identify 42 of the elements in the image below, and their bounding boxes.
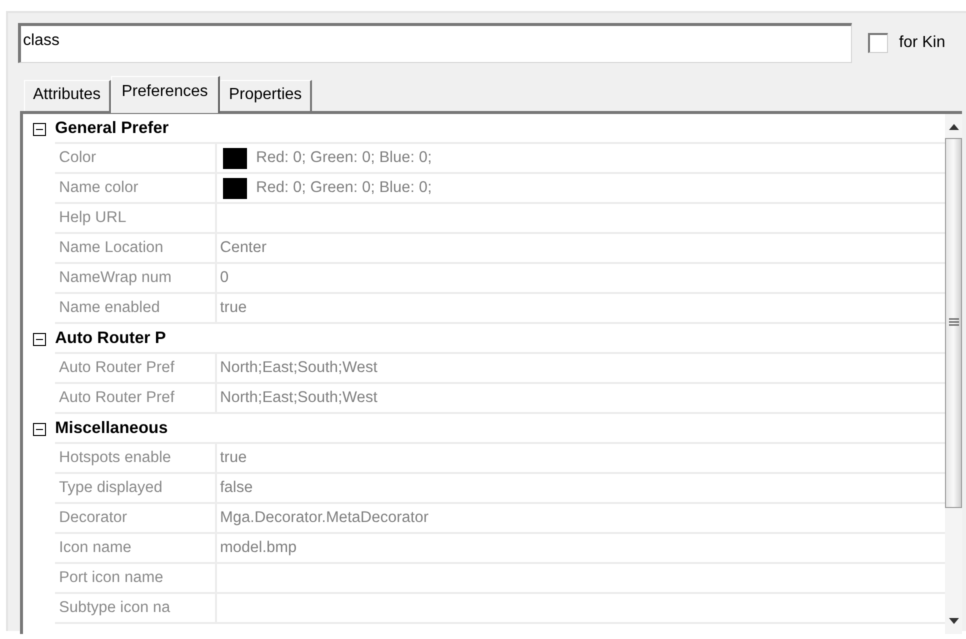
property-name: Hotspots enable bbox=[59, 449, 172, 467]
search-field[interactable]: class bbox=[18, 23, 852, 63]
property-name: Name enabled bbox=[59, 299, 160, 317]
property-name: Icon name bbox=[59, 539, 132, 557]
grip-icon bbox=[948, 318, 958, 328]
property-name: Color bbox=[59, 149, 96, 167]
property-value[interactable]: 0 bbox=[220, 269, 229, 287]
property-value[interactable]: false bbox=[220, 479, 253, 497]
property-value[interactable]: model.bmp bbox=[220, 539, 297, 557]
tab[interactable]: Preferences bbox=[110, 76, 220, 113]
property-value[interactable]: true bbox=[220, 449, 247, 467]
scroll-down-icon[interactable] bbox=[948, 618, 958, 624]
property-name: NameWrap num bbox=[59, 269, 172, 287]
property-value[interactable]: Mga.Decorator.MetaDecorator bbox=[220, 509, 428, 527]
property-name: Type displayed bbox=[59, 479, 162, 497]
category-title: Auto Router P bbox=[55, 324, 945, 354]
scroll-thumb[interactable] bbox=[945, 138, 962, 508]
property-value[interactable]: North;East;South;West bbox=[220, 389, 378, 407]
tab[interactable]: Attributes bbox=[24, 80, 111, 111]
property-name: Decorator bbox=[59, 509, 128, 527]
category-title: General Prefer bbox=[55, 114, 945, 144]
property-name: Auto Router Pref bbox=[59, 389, 174, 407]
property-value[interactable]: Red: 0; Green: 0; Blue: 0; bbox=[256, 179, 432, 197]
collapse-icon[interactable] bbox=[32, 122, 46, 136]
property-name: Name color bbox=[59, 179, 138, 197]
property-name: Port icon name bbox=[59, 569, 164, 587]
category-title: Miscellaneous bbox=[55, 414, 945, 444]
collapse-icon[interactable] bbox=[32, 422, 46, 436]
scrollbar[interactable] bbox=[945, 114, 962, 634]
scroll-up-icon[interactable] bbox=[948, 124, 958, 130]
property-name: Name Location bbox=[59, 239, 164, 257]
tab[interactable]: Properties bbox=[220, 80, 312, 111]
property-value[interactable]: North;East;South;West bbox=[220, 359, 378, 377]
property-name: Subtype icon na bbox=[59, 599, 170, 617]
property-name: Help URL bbox=[59, 209, 126, 227]
checkbox[interactable] bbox=[868, 33, 888, 53]
collapse-icon[interactable] bbox=[32, 332, 46, 346]
checkbox-label: for Kin bbox=[899, 34, 946, 52]
property-value[interactable]: Red: 0; Green: 0; Blue: 0; bbox=[256, 149, 432, 167]
property-value[interactable]: true bbox=[220, 299, 247, 317]
property-name: Auto Router Pref bbox=[59, 359, 174, 377]
property-value[interactable]: Center bbox=[220, 239, 267, 257]
